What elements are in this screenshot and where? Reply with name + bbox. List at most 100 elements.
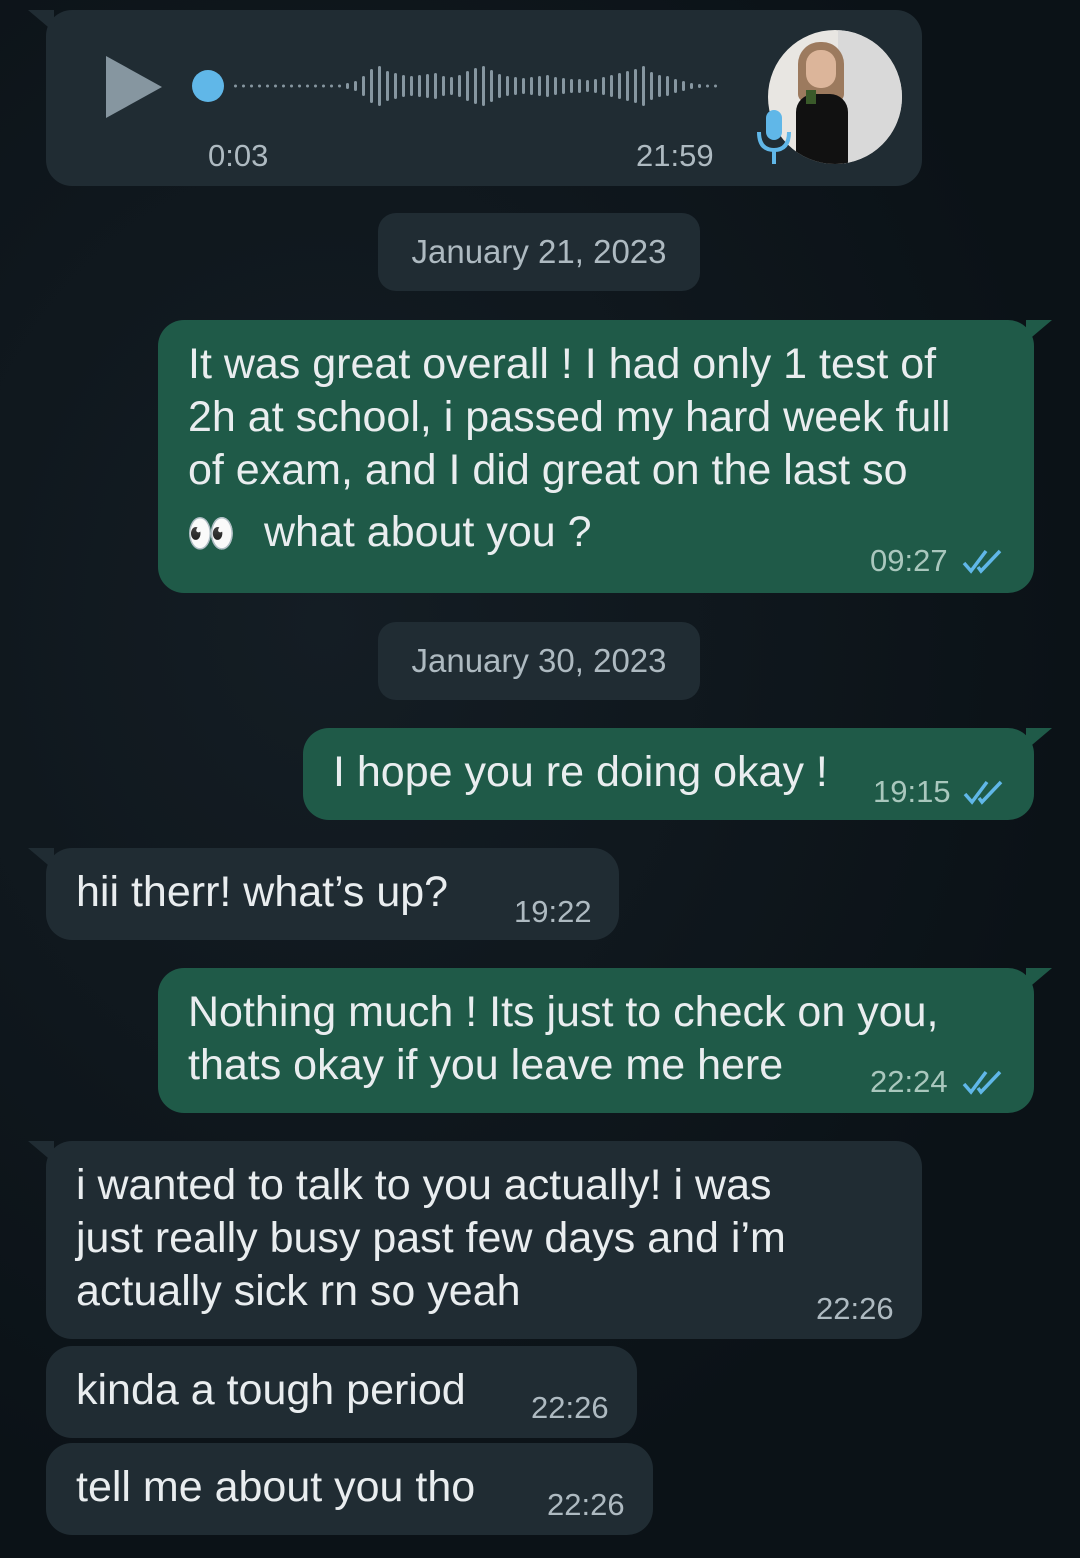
message-time: 22:26	[816, 1291, 894, 1326]
message-text: tell me about you tho	[76, 1463, 476, 1511]
message-time: 22:24	[870, 1064, 948, 1099]
outgoing-message[interactable]: Nothing much ! Its just to check on you,…	[158, 968, 1052, 1113]
read-ticks-icon	[962, 1070, 1002, 1095]
waveform-bar	[530, 77, 533, 95]
outgoing-message[interactable]: I hope you re doing okay ! 19:15	[303, 728, 1052, 820]
waveform-bar	[562, 78, 565, 94]
voice-duration: 0:03	[208, 138, 269, 173]
waveform-bar	[290, 84, 293, 88]
waveform-bar	[250, 84, 253, 88]
waveform-bar	[586, 80, 589, 92]
message-line: Nothing much ! Its just to check on you,	[188, 988, 939, 1036]
message-time: 19:22	[514, 894, 592, 929]
waveform-bar	[578, 79, 581, 93]
message-line: thats okay if you leave me here	[188, 1041, 784, 1089]
waveform-bar	[698, 84, 701, 88]
waveform-bar	[570, 79, 573, 93]
message-text: hii therr! what’s up?	[76, 868, 449, 916]
waveform-bar	[346, 83, 349, 89]
waveform-bar	[274, 84, 277, 88]
date-separator: January 21, 2023	[378, 213, 700, 291]
incoming-message[interactable]: hii therr! what’s up? 19:22	[28, 848, 619, 940]
message-line: of exam, and I did great on the last so	[188, 446, 908, 494]
waveform-bar	[658, 75, 661, 97]
waveform-bar	[650, 72, 653, 100]
message-time: 22:26	[531, 1390, 609, 1425]
waveform-bar	[466, 71, 469, 101]
outgoing-message[interactable]: It was great overall ! I had only 1 test…	[158, 320, 1052, 593]
waveform-bar	[674, 79, 677, 93]
waveform-bar	[554, 77, 557, 95]
waveform-bar	[506, 76, 509, 96]
waveform-bar	[306, 84, 309, 88]
read-ticks-icon	[963, 780, 1003, 805]
voice-message-bubble[interactable]: 0:03 21:59	[28, 10, 922, 186]
incoming-message[interactable]: tell me about you tho 22:26	[46, 1443, 653, 1535]
waveform-bar	[258, 84, 261, 88]
waveform-bar	[538, 76, 541, 96]
waveform-bar	[706, 84, 709, 88]
waveform-bar	[426, 74, 429, 98]
waveform-bar	[410, 76, 413, 96]
waveform-bar	[482, 66, 485, 106]
waveform-bar	[546, 75, 549, 97]
message-line: It was great overall ! I had only 1 test…	[188, 340, 937, 388]
voice-time: 21:59	[636, 138, 714, 173]
message-line: i wanted to talk to you actually! i was	[76, 1161, 772, 1209]
waveform-bar	[386, 71, 389, 101]
waveform-bar	[450, 77, 453, 95]
message-line: actually sick rn so yeah	[76, 1267, 521, 1315]
waveform-bar	[626, 71, 629, 101]
message-text: I hope you re doing okay !	[333, 748, 828, 796]
eyes-emoji: 👀	[186, 512, 236, 556]
waveform-bar	[498, 74, 501, 98]
waveform-bar	[666, 76, 669, 96]
waveform-bar	[434, 73, 437, 99]
waveform-bar	[394, 73, 397, 99]
date-separator: January 30, 2023	[378, 622, 700, 700]
message-time: 19:15	[873, 774, 951, 809]
incoming-message[interactable]: kinda a tough period 22:26	[46, 1346, 637, 1438]
waveform-bar	[378, 66, 381, 106]
waveform-bar	[362, 76, 365, 96]
waveform-bar	[442, 76, 445, 96]
message-line: 2h at school, i passed my hard week full	[188, 393, 951, 441]
waveform-bar	[314, 84, 317, 88]
waveform-bar	[642, 66, 645, 106]
waveform-bar	[418, 75, 421, 97]
message-line: what about you ?	[264, 508, 592, 556]
waveform-bar	[266, 84, 269, 88]
playback-position-dot	[192, 70, 224, 102]
waveform-bar	[602, 77, 605, 95]
waveform-bar	[522, 78, 525, 94]
waveform-bar	[298, 84, 301, 88]
waveform-bar	[330, 84, 333, 88]
waveform-bar	[514, 77, 517, 95]
read-ticks-icon	[962, 549, 1002, 574]
waveform-bar	[458, 75, 461, 97]
waveform-bar	[338, 84, 341, 88]
play-icon[interactable]	[106, 56, 162, 118]
waveform-bar	[690, 83, 693, 89]
waveform-bar	[474, 68, 477, 104]
message-text: kinda a tough period	[76, 1366, 466, 1414]
waveform-bar	[242, 84, 245, 88]
waveform-bar	[618, 73, 621, 99]
microphone-icon	[757, 110, 791, 164]
message-time: 09:27	[870, 543, 948, 578]
waveform-bar	[594, 79, 597, 93]
waveform-bar	[282, 84, 285, 88]
audio-waveform[interactable]	[186, 56, 726, 116]
waveform-bar	[634, 69, 637, 103]
waveform-bar	[490, 70, 493, 102]
waveform-bar	[370, 69, 373, 103]
waveform-bar	[714, 84, 717, 88]
waveform-bar	[402, 75, 405, 97]
waveform-bar	[682, 81, 685, 91]
incoming-message[interactable]: i wanted to talk to you actually! i was …	[28, 1141, 922, 1339]
waveform-bar	[322, 84, 325, 88]
message-line: just really busy past few days and i’m	[76, 1214, 786, 1262]
waveform-bar	[354, 81, 357, 91]
message-time: 22:26	[547, 1487, 625, 1522]
waveform-bar	[610, 75, 613, 97]
